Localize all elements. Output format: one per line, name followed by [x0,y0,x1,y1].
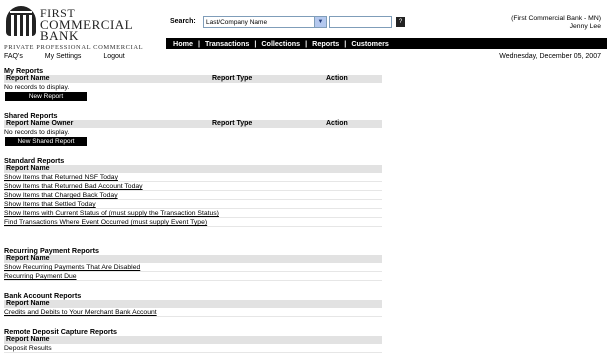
report-link-deposit-results[interactable]: Deposit Results [4,344,382,353]
my-settings-link[interactable]: My Settings [45,53,82,60]
user-info: (First Commercial Bank - MN) Jenny Lee [511,15,601,31]
col-report-name-owner: Report Name Owner [6,120,74,127]
shared-reports-title: Shared Reports [4,111,58,120]
my-reports-empty: No records to display. [4,84,70,91]
recurring-reports-header: Report Name [4,255,382,263]
logout-link[interactable]: Logout [103,53,124,60]
faq-link[interactable]: FAQ's [4,53,23,60]
nav-customers[interactable]: Customers [348,38,392,49]
report-link-recurring-due[interactable]: Recurring Payment Due [4,272,382,281]
standard-reports-header: Report Name [4,165,382,173]
new-report-button[interactable]: New Report [5,92,87,101]
search-type-selected: Last/Company Name [206,19,268,26]
columns-logo-icon [6,6,36,36]
col-report-name: Report Name [6,75,50,82]
bank-reports-header: Report Name [4,300,382,308]
nav-collections[interactable]: Collections [258,38,303,49]
user-name: Jenny Lee [569,23,601,30]
nav-transactions[interactable]: Transactions [202,38,252,49]
col-report-name: Report Name [6,336,50,343]
report-link-bad-account-today[interactable]: Show Items that Returned Bad Account Tod… [4,182,382,191]
shared-reports-header: Report Name Owner Report Type Action [4,120,382,128]
rdc-reports-header: Report Name [4,336,382,344]
rdc-reports-title: Remote Deposit Capture Reports [4,327,118,336]
user-bank-name: (First Commercial Bank - MN) [511,15,601,22]
recurring-reports-title: Recurring Payment Reports [4,246,100,255]
search-type-select[interactable]: Last/Company Name ▼ [203,16,327,28]
header: First Commercial Bank Private Profession… [0,0,607,52]
col-action: Action [326,75,348,82]
report-link-settled-today[interactable]: Show Items that Settled Today [4,200,382,209]
search-go-button[interactable]: ? [396,17,405,27]
col-report-name: Report Name [6,300,50,307]
nav-reports[interactable]: Reports [309,38,342,49]
report-link-current-status[interactable]: Show Items with Current Status of (must … [4,209,382,218]
logo-line-bank: Bank [40,28,79,43]
new-shared-report-button[interactable]: New Shared Report [5,137,87,146]
my-reports-title: My Reports [4,66,44,75]
col-report-type: Report Type [212,120,253,127]
col-action: Action [326,120,348,127]
my-reports-header: Report Name Report Type Action [4,75,382,83]
bank-logo[interactable]: First Commercial Bank Private Profession… [4,4,169,51]
chevron-down-icon[interactable]: ▼ [314,17,326,27]
report-link-charged-back-today[interactable]: Show Items that Charged Back Today [4,191,382,200]
search-label: Search: [170,18,196,25]
report-link-nsf-today[interactable]: Show Items that Returned NSF Today [4,173,382,182]
report-link-credits-debits[interactable]: Credits and Debits to Your Merchant Bank… [4,308,382,317]
main-nav: Home | Transactions | Collections | Reports | Cu… [166,38,607,49]
nav-home[interactable]: Home [170,38,196,49]
col-report-name: Report Name [6,165,50,172]
sub-nav: FAQ's My Settings Logout [4,53,145,60]
bank-reports-title: Bank Account Reports [4,291,82,300]
reports-content: My Reports Report Name Report Type Actio… [4,66,604,353]
standard-reports-title: Standard Reports [4,156,65,165]
shared-reports-empty: No records to display. [4,129,70,136]
report-link-event-occurred[interactable]: Find Transactions Where Event Occurred (… [4,218,382,227]
search-input[interactable] [329,16,392,28]
logo-tagline: Private Professional Commercial [4,44,144,51]
col-report-type: Report Type [212,75,253,82]
current-date: Wednesday, December 05, 2007 [499,53,601,60]
col-report-name: Report Name [6,255,50,262]
report-link-recurring-disabled[interactable]: Show Recurring Payments That Are Disable… [4,263,382,272]
